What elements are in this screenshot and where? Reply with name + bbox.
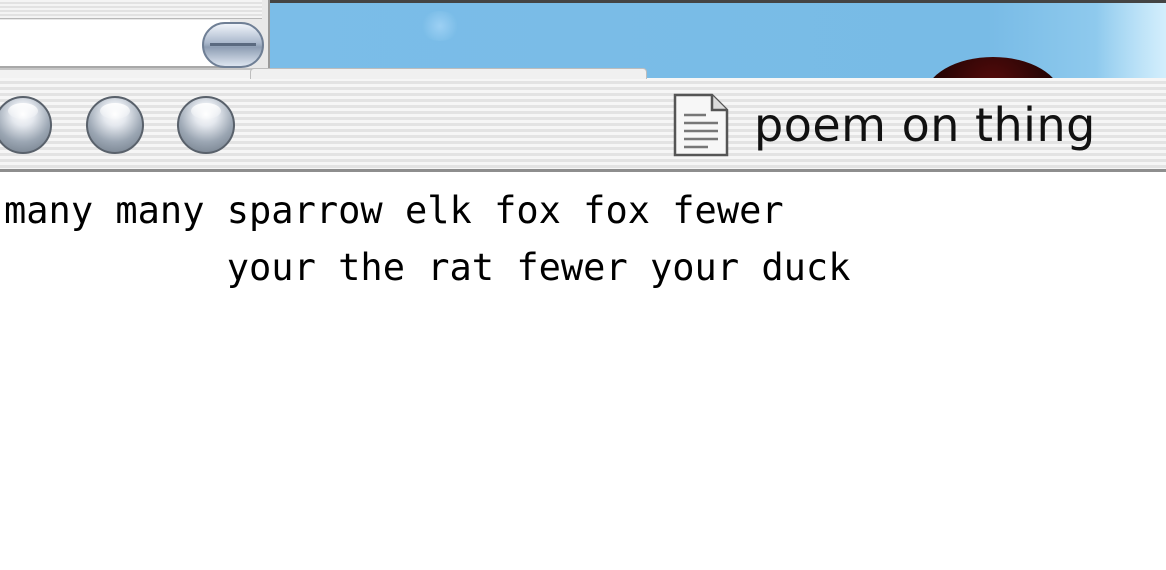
editor-window: poem on thing many many sparrow elk fox … [0, 68, 1166, 570]
minimize-button[interactable] [86, 96, 144, 154]
title-bar-tab-edge [250, 68, 647, 79]
zoom-button[interactable] [177, 96, 235, 154]
document-line-1: many many sparrow elk fox fox fewer [4, 189, 784, 232]
title-bar[interactable]: poem on thing [0, 68, 1166, 172]
screen: poem on thing many many sparrow elk fox … [0, 0, 1166, 570]
document-text-area[interactable]: many many sparrow elk fox fox fewer your… [0, 172, 1166, 570]
document-text[interactable]: many many sparrow elk fox fox fewer your… [0, 172, 1166, 296]
desktop-speck [420, 11, 460, 41]
text-document-icon[interactable] [672, 93, 730, 157]
window-title: poem on thing [754, 98, 1096, 152]
window-title-group: poem on thing [672, 93, 1096, 157]
document-line-2: your the rat fewer your duck [4, 246, 851, 289]
background-window[interactable] [0, 0, 270, 92]
background-window-titlebar [0, 0, 262, 19]
background-scroll-thumb[interactable] [202, 22, 264, 68]
background-window-field [0, 20, 230, 68]
close-button[interactable] [0, 96, 52, 154]
